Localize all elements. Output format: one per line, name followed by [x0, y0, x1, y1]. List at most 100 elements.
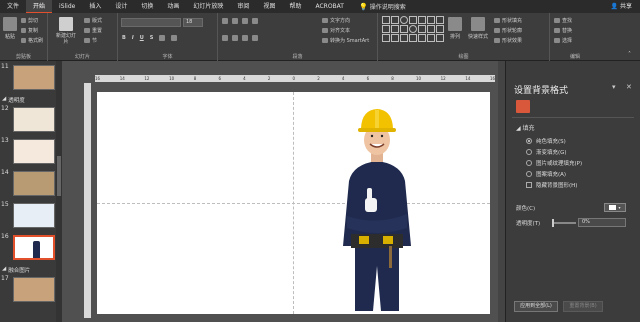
- highlight-icon[interactable]: [171, 35, 178, 41]
- tab-9[interactable]: 视图: [256, 0, 282, 13]
- shape-outline-label: 形状轮廓: [502, 28, 523, 34]
- slide-thumbnail[interactable]: [13, 235, 55, 260]
- fill-bucket-icon: [494, 18, 500, 23]
- shape-fill-button[interactable]: 形状填充: [494, 17, 522, 24]
- fill-radio-option[interactable]: 图片或纹理填充(P): [526, 159, 582, 167]
- ruler-tick-label: 12: [440, 76, 446, 81]
- ruler-tick-label: 4: [341, 76, 345, 81]
- shape-effects-button[interactable]: 形状效果: [494, 37, 522, 44]
- justify-icon[interactable]: [252, 35, 258, 41]
- tab-6[interactable]: 动画: [160, 0, 186, 13]
- outdent-icon[interactable]: [242, 18, 248, 24]
- radio-icon[interactable]: [526, 160, 532, 166]
- reset-background-button[interactable]: 重置背景(B): [563, 301, 603, 312]
- share-button[interactable]: 👤 共享: [611, 0, 633, 13]
- copy-button[interactable]: 复制: [21, 27, 38, 34]
- current-slide[interactable]: [97, 92, 490, 314]
- fill-bucket-icon[interactable]: [516, 100, 530, 113]
- canvas-scrollbar[interactable]: [498, 61, 505, 322]
- tell-me-search[interactable]: 💡 操作说明搜索: [355, 2, 410, 12]
- tab-2[interactable]: iSlide: [52, 0, 82, 13]
- quick-styles-button[interactable]: 快速样式: [468, 17, 488, 40]
- font-format-row: B I U S: [122, 35, 178, 41]
- fill-radio-option[interactable]: 纯色填充(S): [526, 137, 566, 145]
- tab-11[interactable]: ACROBAT: [308, 0, 351, 13]
- slide-section[interactable]: ◢ 透明度: [2, 96, 25, 104]
- list-buttons: [222, 18, 258, 24]
- tab-3[interactable]: 插入: [82, 0, 108, 13]
- align-text-label: 对齐文本: [330, 28, 351, 34]
- align-center-icon[interactable]: [232, 35, 238, 41]
- hide-background-checkbox[interactable]: 隐藏背景图形(H): [526, 181, 577, 189]
- italic-button[interactable]: I: [132, 35, 134, 41]
- copy-icon: [21, 28, 26, 33]
- slide-thumbnail[interactable]: [13, 171, 55, 196]
- slide-number: 17: [1, 275, 9, 282]
- scroll-thumb[interactable]: [57, 156, 61, 196]
- tab-8[interactable]: 审阅: [230, 0, 256, 13]
- select-button[interactable]: 选择: [554, 37, 572, 44]
- replace-icon: [554, 28, 560, 33]
- search-icon: [554, 18, 560, 23]
- replace-button[interactable]: 替换: [554, 27, 572, 34]
- font-name-box[interactable]: [121, 18, 181, 27]
- tab-1[interactable]: 开始: [26, 0, 53, 13]
- shape-outline-button[interactable]: 形状轮廓: [494, 27, 522, 34]
- reset-button[interactable]: 重置: [84, 27, 102, 34]
- underline-button[interactable]: U: [140, 35, 144, 41]
- worker-photo[interactable]: [337, 106, 417, 313]
- tab-5[interactable]: 切换: [134, 0, 160, 13]
- new-slide-button[interactable]: 新建幻灯片: [54, 17, 78, 45]
- align-text-button[interactable]: 对齐文本: [322, 27, 350, 34]
- slide-thumbnail[interactable]: [13, 203, 55, 228]
- slide-thumbnail[interactable]: [13, 65, 55, 90]
- fill-section-header[interactable]: ◢ 填充: [516, 123, 535, 132]
- paste-button[interactable]: 粘贴: [3, 17, 17, 40]
- find-button[interactable]: 查找: [554, 17, 572, 24]
- arrange-button[interactable]: 排列: [448, 17, 462, 40]
- radio-icon[interactable]: [526, 138, 532, 144]
- strikethrough-button[interactable]: S: [150, 35, 154, 41]
- slide-section[interactable]: ◢ 融合图片: [2, 266, 30, 274]
- bold-button[interactable]: B: [122, 35, 126, 41]
- tab-0[interactable]: 文件: [0, 0, 26, 13]
- slider-knob[interactable]: [552, 219, 554, 227]
- checkbox-icon[interactable]: [526, 182, 532, 188]
- ruler-tick-label: 10: [169, 76, 175, 81]
- layout-button[interactable]: 版式: [84, 17, 102, 24]
- fill-radio-option[interactable]: 图案填充(A): [526, 170, 566, 178]
- slide-thumbnail[interactable]: [13, 277, 55, 302]
- numbering-icon[interactable]: [232, 18, 238, 24]
- collapse-ribbon-icon[interactable]: ˄: [628, 51, 631, 58]
- transparency-slider[interactable]: [552, 219, 576, 227]
- slide-thumbnail[interactable]: [13, 107, 55, 132]
- tab-7[interactable]: 幻灯片放映: [186, 0, 230, 13]
- effects-icon: [494, 38, 500, 43]
- align-left-icon[interactable]: [222, 35, 228, 41]
- text-direction-button[interactable]: 文字方向: [322, 17, 350, 24]
- color-picker-button[interactable]: ▾: [604, 203, 626, 212]
- pane-options-icon[interactable]: ▾: [612, 83, 616, 91]
- align-right-icon[interactable]: [242, 35, 248, 41]
- transparency-input[interactable]: 0%: [578, 218, 626, 227]
- section-button[interactable]: 节: [84, 37, 97, 44]
- font-color-icon[interactable]: [159, 35, 166, 41]
- radio-icon[interactable]: [526, 149, 532, 155]
- radio-icon[interactable]: [526, 171, 532, 177]
- cursor-icon: [554, 38, 560, 43]
- tab-10[interactable]: 帮助: [282, 0, 308, 13]
- smartart-button[interactable]: 转换为 SmartArt: [322, 37, 369, 44]
- slide-thumbnail[interactable]: [13, 139, 55, 164]
- select-label: 选择: [562, 38, 573, 44]
- fill-radio-option[interactable]: 渐变填充(G): [526, 148, 567, 156]
- format-painter-button[interactable]: 格式刷: [21, 37, 43, 44]
- bullets-icon[interactable]: [222, 18, 228, 24]
- shapes-gallery[interactable]: [382, 16, 444, 46]
- indent-icon[interactable]: [252, 18, 258, 24]
- editing-group-label: 编辑: [569, 54, 580, 60]
- close-icon[interactable]: ✕: [626, 83, 632, 91]
- font-size-box[interactable]: 18: [183, 18, 203, 27]
- cut-button[interactable]: 剪切: [21, 17, 38, 24]
- apply-to-all-button[interactable]: 应用到全部(L): [514, 301, 558, 312]
- tab-4[interactable]: 设计: [108, 0, 134, 13]
